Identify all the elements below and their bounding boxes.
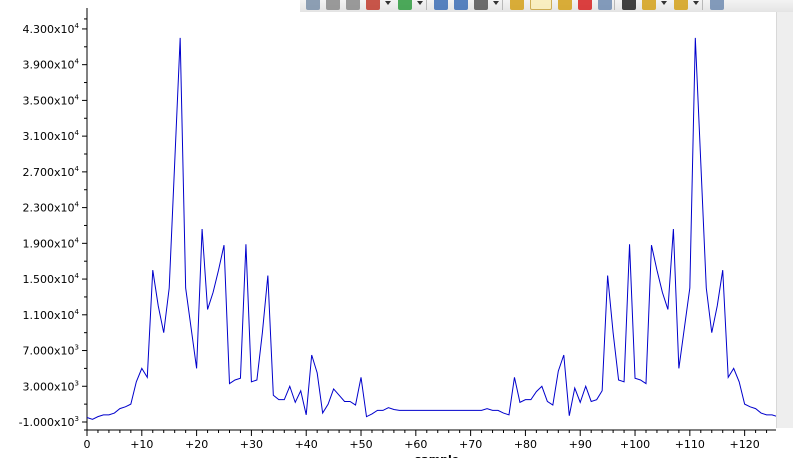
y-tick-label: 3.100x104 [23,129,80,143]
x-tick-label: +50 [349,438,372,451]
x-tick-label: +120 [730,438,760,451]
x-tick-label: +60 [404,438,427,451]
vertical-scrollbar[interactable] [776,12,793,428]
line-chart: -1.000x103 3.000x103 7.000x103 1.100x104 1.5… [19,8,776,458]
y-tick-label: 1.100x104 [23,308,80,322]
x-axis-ticks: 0 +10 +20 +30 +40 +50 +60 +70 +80 +90 +100 +110 +120 [84,430,768,451]
x-tick-label: +10 [130,438,153,451]
series-line [86,37,776,420]
x-axis-title: sample [415,453,460,458]
x-tick-label: +110 [675,438,705,451]
x-tick-label: +80 [514,438,537,451]
y-tick-label: 1.500x104 [23,272,80,286]
y-tick-label: 3.000x103 [23,379,79,393]
x-tick-label: +100 [620,438,650,451]
y-tick-label: 2.300x104 [23,201,80,215]
x-tick-label: 0 [84,438,91,451]
y-tick-label: 2.700x104 [23,165,80,179]
y-axis-ticks: -1.000x103 3.000x103 7.000x103 1.100x104 1.5… [19,18,87,429]
x-tick-label: +30 [240,438,263,451]
y-tick-label: 3.900x104 [23,58,80,72]
axes [84,8,776,431]
x-tick-label: +70 [459,438,482,451]
x-tick-label: +90 [569,438,592,451]
y-tick-label: 3.500x104 [23,93,80,107]
x-tick-label: +40 [295,438,318,451]
y-tick-label: 1.900x104 [23,236,80,250]
y-tick-label: 4.300x104 [23,22,80,36]
y-tick-label: 7.000x103 [23,344,79,358]
y-tick-label: -1.000x103 [19,415,79,429]
x-tick-label: +20 [185,438,208,451]
